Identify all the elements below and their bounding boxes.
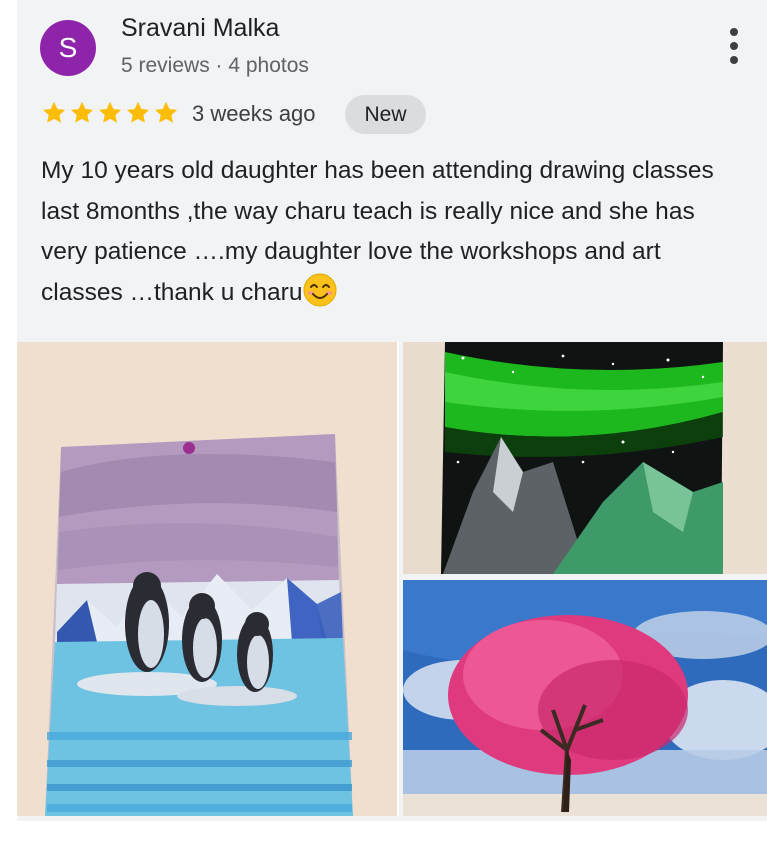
star-rating	[40, 99, 180, 129]
review-photo-aurora[interactable]	[403, 342, 767, 574]
star-icon	[155, 101, 178, 123]
penguin-painting-icon	[17, 342, 399, 816]
smiling-face-emoji-icon	[303, 273, 337, 306]
new-badge: New	[345, 95, 426, 134]
review-photo-pink-tree[interactable]	[403, 580, 767, 816]
author-name[interactable]: Sravani Malka	[121, 14, 279, 43]
review-body: My 10 years old daughter has been attend…	[41, 157, 714, 306]
aurora-mountain-painting-icon	[403, 342, 767, 574]
star-icon	[43, 101, 66, 123]
review-time: 3 weeks ago	[192, 101, 316, 126]
dot-icon	[730, 42, 738, 50]
review-photo-penguins[interactable]	[17, 342, 399, 816]
pink-tree-painting-icon	[403, 580, 767, 816]
avatar[interactable]: S	[40, 20, 96, 76]
dot-icon	[730, 56, 738, 64]
review-text: My 10 years old daughter has been attend…	[41, 151, 741, 313]
dot-icon	[730, 28, 738, 36]
star-icon	[71, 101, 94, 123]
author-meta: 5 reviews · 4 photos	[121, 54, 309, 77]
more-options-button[interactable]	[718, 26, 750, 66]
star-icon	[99, 101, 122, 123]
star-icon	[127, 101, 150, 123]
